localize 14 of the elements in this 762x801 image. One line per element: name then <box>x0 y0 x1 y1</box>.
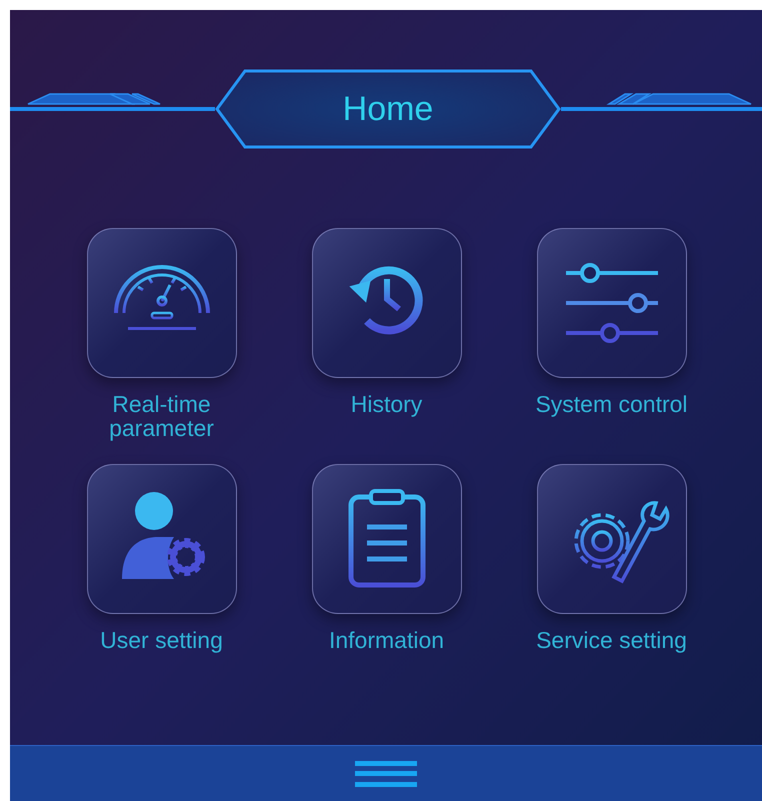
app-tile[interactable] <box>312 464 462 614</box>
app-tile[interactable] <box>536 228 686 378</box>
tile-label: System control <box>534 392 689 419</box>
tile-label: Information <box>328 628 446 655</box>
app-tile[interactable] <box>536 464 686 614</box>
menu-icon[interactable] <box>355 758 417 788</box>
tile-label: History <box>350 392 424 419</box>
page-title: Home <box>342 88 434 130</box>
tile-label: Service setting <box>535 628 688 655</box>
app-tile[interactable] <box>86 228 236 378</box>
tile-label: User setting <box>99 628 224 655</box>
app-tile[interactable] <box>86 464 236 614</box>
tile-label: Real-time parameter <box>108 392 215 443</box>
app-tile[interactable] <box>312 228 462 378</box>
